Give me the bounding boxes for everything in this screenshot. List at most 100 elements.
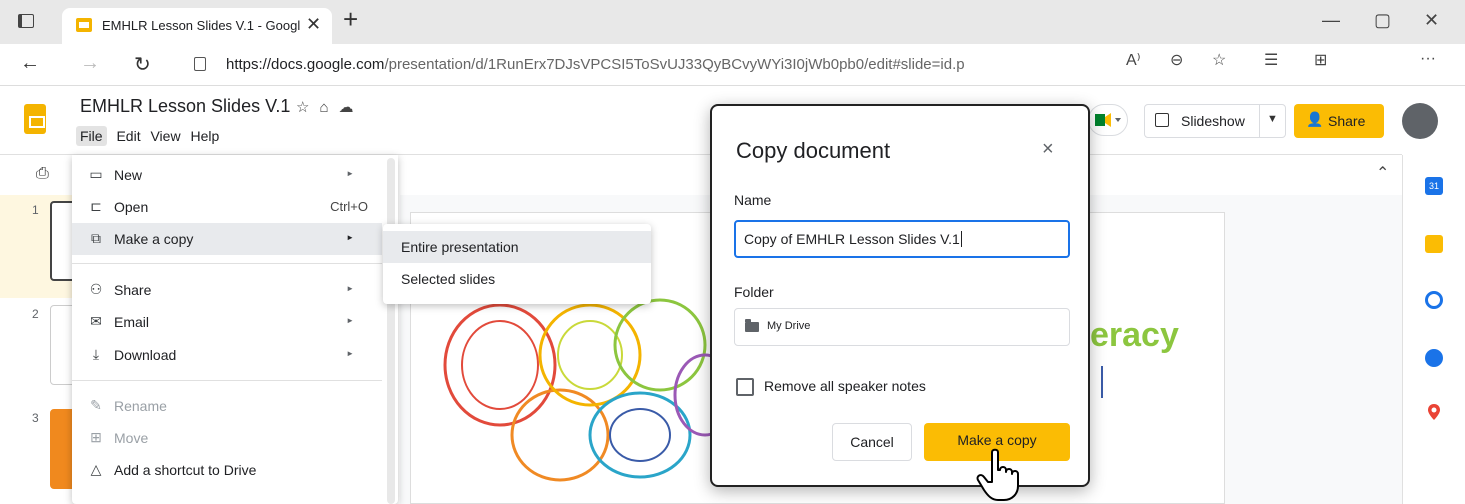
maps-icon[interactable] <box>1425 403 1443 421</box>
site-info-icon[interactable] <box>194 57 206 71</box>
slides-favicon-icon <box>76 18 92 32</box>
back-icon[interactable]: ← <box>20 52 40 75</box>
submenu-item-entire-presentation[interactable]: Entire presentation <box>383 231 651 263</box>
menu-item-label: Open <box>114 199 149 215</box>
remove-speaker-notes-label[interactable]: Remove all speaker notes <box>764 378 926 394</box>
submenu-arrow-icon: ► <box>346 169 354 178</box>
window-close-icon[interactable]: ✕ <box>1424 10 1439 31</box>
minimize-icon[interactable]: — <box>1322 10 1340 31</box>
avatar[interactable] <box>1402 103 1438 139</box>
refresh-icon[interactable]: ↻ <box>134 52 151 77</box>
new-tab-icon[interactable]: + <box>343 6 358 32</box>
folder-icon: ⊏ <box>90 198 102 214</box>
tasks-icon[interactable] <box>1425 291 1443 309</box>
play-icon <box>1155 113 1169 127</box>
menu-item-new[interactable]: ▭ New ► <box>72 159 382 191</box>
menu-scrollbar[interactable] <box>387 158 395 504</box>
menu-file[interactable]: File <box>76 126 107 146</box>
make-a-copy-submenu: Entire presentation Selected slides <box>383 224 651 304</box>
submenu-item-selected-slides[interactable]: Selected slides <box>383 263 651 295</box>
menu-item-share[interactable]: ⚇ Share ► <box>72 274 382 306</box>
share-label: Share <box>1328 113 1366 129</box>
move-drive-icon[interactable]: ⌂ <box>319 99 338 116</box>
side-panel: 31 <box>1402 155 1465 504</box>
menu-item-email[interactable]: ✉ Email ► <box>72 306 382 338</box>
print-icon[interactable]: ⎙ <box>36 165 49 183</box>
slideshow-button[interactable]: Slideshow ▼ <box>1144 104 1286 138</box>
zoom-icon[interactable]: ⊖ <box>1170 50 1183 70</box>
cancel-label: Cancel <box>850 434 894 450</box>
name-field[interactable]: Copy of EMHLR Lesson Slides V.1 <box>734 220 1070 258</box>
menu-item-label: New <box>114 167 143 183</box>
contacts-icon[interactable] <box>1425 349 1443 367</box>
move-icon: ⊞ <box>90 429 102 445</box>
cancel-button[interactable]: Cancel <box>832 423 912 461</box>
menu-divider <box>72 380 382 381</box>
input-caret <box>960 231 962 247</box>
slide-number: 1 <box>32 203 39 217</box>
submenu-arrow-icon: ► <box>346 284 354 293</box>
slide-filmstrip: 1 2 3 <box>0 195 80 504</box>
browser-navbar: ← → ↻ https://docs.google.com/presentati… <box>0 44 1465 86</box>
browser-tab-strip: EMHLR Lesson Slides V.1 - Googl ✕ + — ▢ … <box>0 0 1465 44</box>
read-aloud-icon[interactable]: A⁾ <box>1126 50 1141 70</box>
folder-picker[interactable]: My Drive <box>734 308 1070 346</box>
tab-title: EMHLR Lesson Slides V.1 - Googl <box>102 18 301 33</box>
submenu-arrow-icon: ► <box>346 316 354 325</box>
name-label: Name <box>734 192 772 208</box>
tab-close-icon[interactable]: ✕ <box>306 14 321 35</box>
menu-item-add-shortcut[interactable]: △ Add a shortcut to Drive <box>72 454 382 486</box>
address-bar[interactable]: https://docs.google.com/presentation/d/1… <box>180 50 1254 80</box>
menu-item-rename[interactable]: ✎ Rename <box>72 390 382 422</box>
remove-speaker-notes-checkbox[interactable] <box>736 378 754 396</box>
drive-shortcut-icon: △ <box>90 461 102 477</box>
menu-item-label: Add a shortcut to Drive <box>114 462 257 478</box>
collections-icon[interactable]: ⊞ <box>1314 50 1327 70</box>
url-text: https://docs.google.com/presentation/d/1… <box>226 56 965 73</box>
menu-item-label: Download <box>114 347 177 363</box>
title-icons: ☆⌂☁ <box>296 98 364 116</box>
star-icon[interactable]: ☆ <box>296 99 319 116</box>
tab-actions-icon[interactable] <box>18 14 34 28</box>
forward-icon[interactable]: → <box>80 52 100 75</box>
brain-illustration <box>443 298 737 482</box>
rename-icon: ✎ <box>90 397 102 413</box>
menu-item-open[interactable]: ⊏ Open Ctrl+O <box>72 191 382 223</box>
menu-item-download[interactable]: ⤓ Download ► <box>72 339 382 371</box>
file-menu: ▭ New ► ⊏ Open Ctrl+O ⧉ Make a copy ► ⚇ … <box>72 155 398 504</box>
copy-document-dialog: Copy document × Name Copy of EMHLR Lesso… <box>710 104 1090 487</box>
lock-person-icon: 👤 <box>1306 111 1324 127</box>
menu-item-make-a-copy[interactable]: ⧉ Make a copy ► <box>72 223 382 255</box>
keep-icon[interactable] <box>1425 235 1443 253</box>
meet-icon <box>1095 113 1121 127</box>
slide-number: 3 <box>32 411 39 425</box>
browser-tab[interactable]: EMHLR Lesson Slides V.1 - Googl ✕ <box>62 8 332 44</box>
close-icon[interactable]: × <box>1042 138 1054 161</box>
favorite-add-icon[interactable]: ☆ <box>1212 50 1226 70</box>
menu-item-move[interactable]: ⊞ Move <box>72 422 382 454</box>
more-icon[interactable]: ··· <box>1420 50 1436 68</box>
slideshow-divider <box>1259 105 1260 137</box>
menu-item-label: Make a copy <box>114 231 194 247</box>
share-button[interactable]: 👤 Share <box>1294 104 1384 138</box>
slide-number: 2 <box>32 307 39 321</box>
collapse-icon[interactable]: ⌃ <box>1376 163 1389 183</box>
favorites-icon[interactable]: ☰ <box>1264 50 1278 70</box>
person-add-icon: ⚇ <box>89 281 103 297</box>
menu-edit[interactable]: Edit <box>116 128 140 144</box>
maximize-icon[interactable]: ▢ <box>1374 10 1391 31</box>
slide-title-fragment: eracy <box>1090 316 1179 354</box>
make-a-copy-label: Make a copy <box>957 432 1037 448</box>
slides-logo-icon[interactable] <box>24 104 46 134</box>
hand-pointer-icon <box>976 448 1019 501</box>
menu-help[interactable]: Help <box>190 128 219 144</box>
document-title[interactable]: EMHLR Lesson Slides V.1 <box>80 96 290 117</box>
menu-item-label: Email <box>114 314 150 330</box>
text-cursor <box>1101 366 1103 398</box>
chevron-down-icon[interactable]: ▼ <box>1267 113 1278 125</box>
meet-button[interactable] <box>1088 104 1128 136</box>
menu-view[interactable]: View <box>150 128 180 144</box>
calendar-icon[interactable]: 31 <box>1425 177 1443 195</box>
cloud-status-icon[interactable]: ☁ <box>339 99 364 116</box>
folder-icon <box>745 319 759 332</box>
